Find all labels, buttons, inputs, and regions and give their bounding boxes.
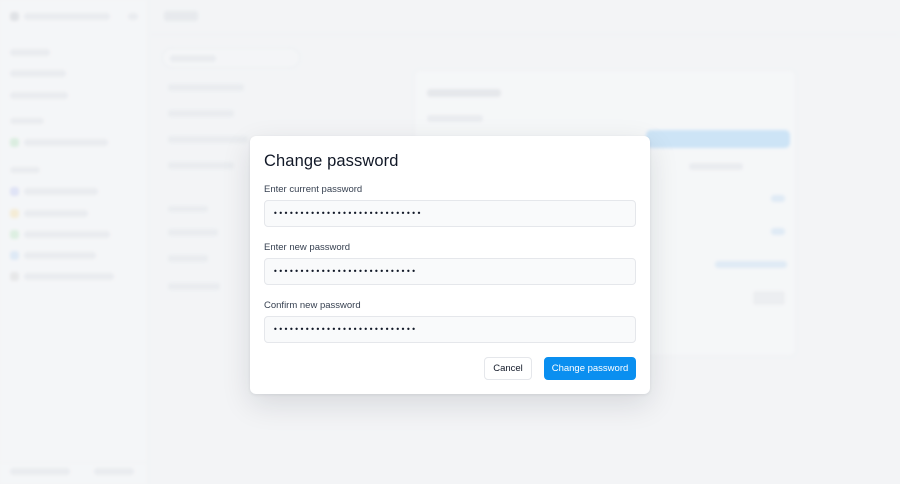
change-password-dialog: Change password Enter current password E… <box>250 136 650 394</box>
confirm-password-input[interactable] <box>264 316 636 343</box>
current-password-input[interactable] <box>264 200 636 227</box>
new-password-input[interactable] <box>264 258 636 285</box>
dialog-title: Change password <box>264 152 399 170</box>
cancel-button[interactable]: Cancel <box>484 357 532 380</box>
new-password-label: Enter new password <box>264 242 351 253</box>
confirm-password-label: Confirm new password <box>264 300 361 311</box>
current-password-label: Enter current password <box>264 184 363 195</box>
dialog-actions: Cancel Change password <box>484 357 636 380</box>
change-password-button[interactable]: Change password <box>544 357 636 380</box>
